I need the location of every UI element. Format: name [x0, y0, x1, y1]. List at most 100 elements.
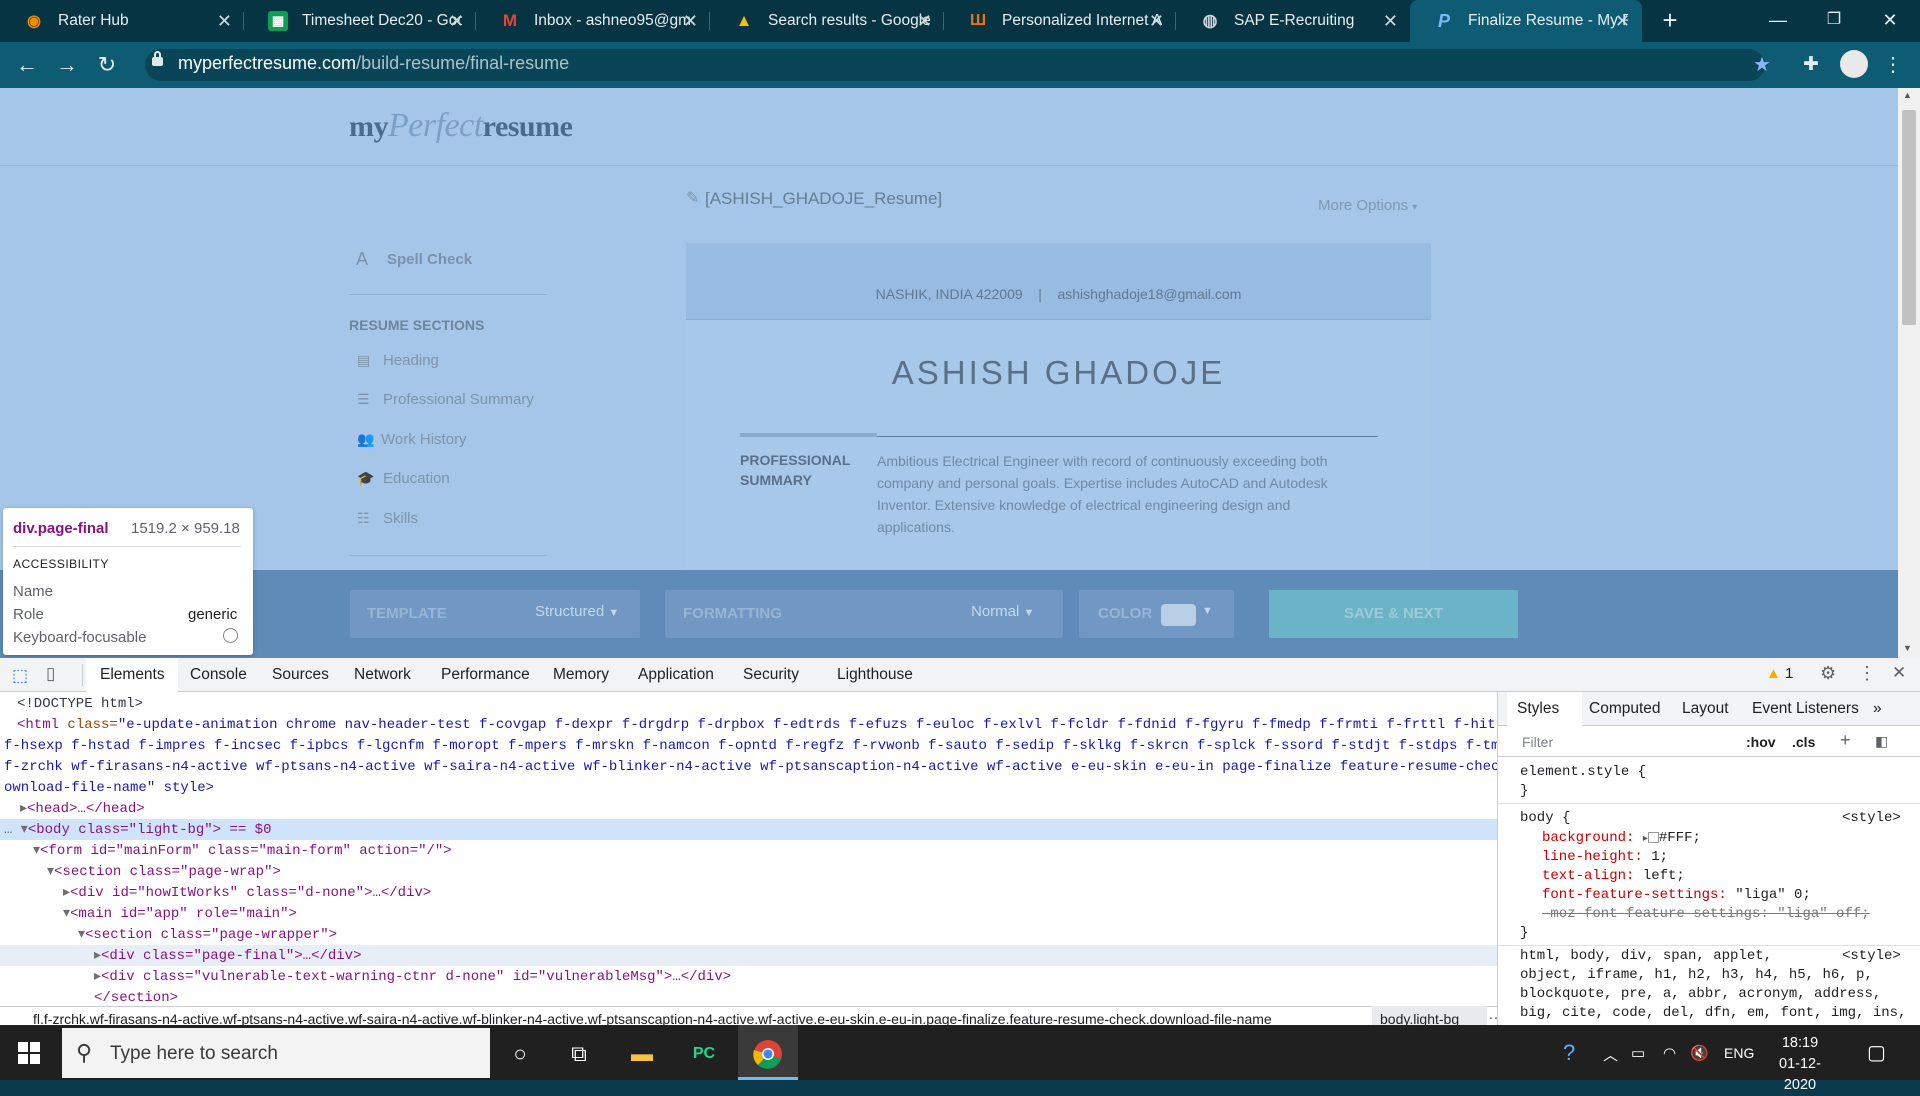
expand-arrow-icon[interactable]: ▸: [63, 885, 70, 901]
show-hidden-icons-chevron[interactable]: ︿: [1603, 1044, 1618, 1065]
pencil-icon[interactable]: ✎: [686, 188, 699, 208]
css-reset-selector[interactable]: object, iframe, h1, h2, h3, h4, h5, h6, …: [1520, 967, 1873, 983]
devtools-tab-performance[interactable]: Performance: [441, 666, 530, 684]
close-tab-icon[interactable]: ✕: [683, 11, 698, 32]
css-decl-line-height[interactable]: line-height: 1;: [1542, 849, 1668, 865]
close-tab-icon[interactable]: ✕: [917, 11, 932, 32]
document-name[interactable]: [ASHISH_GHADOJE_Resume]: [705, 189, 942, 209]
scroll-down-icon[interactable]: ▼: [1903, 643, 1912, 653]
devtools-tab-console[interactable]: Console: [190, 666, 247, 684]
forward-icon[interactable]: →: [52, 50, 82, 80]
close-window-button[interactable]: ✕: [1860, 0, 1920, 40]
cortana-icon[interactable]: ○: [498, 1034, 542, 1074]
taskbar-clock[interactable]: 18:19 01-12-2020: [1765, 1033, 1835, 1096]
close-tab-icon[interactable]: ✕: [1615, 11, 1630, 32]
section-item-education[interactable]: 🎓 Education: [357, 470, 450, 487]
css-decl-moz-overridden[interactable]: -moz-font-feature-settings: "liga" off;: [1542, 906, 1870, 922]
devtools-menu-icon[interactable]: ⋮: [1858, 663, 1876, 684]
new-tab-button[interactable]: +: [1655, 6, 1685, 36]
battery-icon[interactable]: ▭: [1631, 1044, 1645, 1062]
tab-inbox[interactable]: M Inbox - ashneo95@gm ✕: [476, 0, 710, 42]
collapse-arrow-icon[interactable]: ▾: [33, 843, 40, 859]
spell-check-button[interactable]: Spell Check: [387, 251, 472, 268]
close-devtools-icon[interactable]: ✕: [1892, 663, 1906, 683]
dom-section-page-wrapper[interactable]: ▾<section class="page-wrapper">: [78, 925, 337, 946]
close-tab-icon[interactable]: ✕: [1149, 11, 1164, 32]
tab-timesheet[interactable]: ▦ Timesheet Dec20 - Goo ✕: [244, 0, 476, 42]
hov-toggle[interactable]: :hov: [1746, 734, 1776, 750]
inspect-element-icon[interactable]: ⬚: [12, 666, 28, 686]
section-item-skills[interactable]: ☷ Skills: [357, 510, 418, 527]
css-reset-selector[interactable]: blockquote, pre, a, abbr, acronym, addre…: [1520, 986, 1881, 1002]
dom-doctype[interactable]: <!DOCTYPE html>: [17, 694, 143, 715]
section-item-work-history[interactable]: 👥 Work History: [357, 431, 467, 448]
save-next-button[interactable]: SAVE & NEXT: [1269, 590, 1518, 638]
section-item-heading[interactable]: ▤ Heading: [357, 352, 439, 369]
notification-center-icon[interactable]: ▢: [1867, 1040, 1886, 1065]
dom-html-line[interactable]: <html class="e-update-animation chrome n…: [17, 715, 1497, 736]
collapse-arrow-icon[interactable]: ▾: [63, 906, 70, 922]
close-tab-icon[interactable]: ✕: [217, 11, 232, 32]
devtools-tab-elements[interactable]: Elements: [100, 666, 165, 684]
css-decl-font-feature[interactable]: font-feature-settings: "liga" 0;: [1542, 887, 1811, 903]
language-indicator[interactable]: ENG: [1724, 1045, 1754, 1061]
scroll-up-icon[interactable]: ▲: [1903, 90, 1912, 100]
help-icon[interactable]: ?: [1563, 1040, 1575, 1066]
settings-gear-icon[interactable]: ⚙: [1820, 663, 1836, 684]
devtools-tab-network[interactable]: Network: [354, 666, 411, 684]
menu-kebab-icon[interactable]: ⋮: [1878, 50, 1908, 80]
expand-arrow-icon[interactable]: ▸: [94, 948, 101, 964]
volume-muted-icon[interactable]: 🔇: [1690, 1044, 1709, 1062]
styles-tab-styles[interactable]: Styles: [1517, 700, 1559, 718]
tab-sap-erecruiting[interactable]: ◍ SAP E-Recruiting ✕: [1176, 0, 1410, 42]
taskbar-search-placeholder[interactable]: Type here to search: [110, 1043, 278, 1065]
dom-section-close[interactable]: </section>: [94, 988, 178, 1002]
more-tabs-icon[interactable]: »: [1873, 700, 1882, 718]
new-style-rule-icon[interactable]: +: [1840, 730, 1851, 751]
css-decl-text-align[interactable]: text-align: left;: [1542, 868, 1685, 884]
close-tab-icon[interactable]: ✕: [1383, 11, 1398, 32]
scrollbar-thumb[interactable]: [1902, 110, 1916, 325]
styles-tab-event-listeners[interactable]: Event Listeners: [1752, 700, 1859, 718]
myperfectresume-logo[interactable]: myPerfectresume: [349, 107, 573, 145]
styles-filter-input[interactable]: Filter: [1522, 734, 1553, 750]
wifi-icon[interactable]: ◠: [1663, 1044, 1676, 1062]
css-reset-selector[interactable]: html, body, div, span, applet,: [1520, 948, 1772, 964]
collapse-arrow-icon[interactable]: ▾: [47, 864, 54, 880]
expand-arrow-icon[interactable]: ▸: [20, 801, 27, 817]
styles-tab-computed[interactable]: Computed: [1589, 700, 1661, 718]
dom-head[interactable]: ▸<head>…</head>: [20, 799, 145, 820]
bookmark-star-icon[interactable]: ★: [1747, 50, 1777, 80]
dom-page-final[interactable]: ▸<div class="page-final">…</div>: [94, 946, 361, 967]
devtools-tab-security[interactable]: Security: [743, 666, 799, 684]
tab-rater-hub[interactable]: ◉ Rater Hub ✕: [0, 0, 244, 42]
pycharm-icon[interactable]: PC: [682, 1034, 726, 1074]
more-options-dropdown[interactable]: More Options ▾: [1318, 197, 1417, 214]
tab-finalize-resume[interactable]: P Finalize Resume - My P ✕: [1410, 0, 1642, 42]
cls-toggle[interactable]: .cls: [1792, 734, 1815, 750]
reload-icon[interactable]: ↻: [92, 50, 122, 80]
tab-search-results[interactable]: ▲ Search results - Google ✕: [710, 0, 944, 42]
collapse-arrow-icon[interactable]: ▾: [78, 927, 85, 943]
file-explorer-icon[interactable]: ▬: [620, 1034, 664, 1074]
extensions-icon[interactable]: ✚: [1796, 50, 1826, 80]
css-source[interactable]: <style>: [1842, 948, 1901, 964]
css-reset-selector[interactable]: big, cite, code, del, dfn, em, font, img…: [1520, 1005, 1906, 1021]
dom-section-page-wrap[interactable]: ▾<section class="page-wrap">: [47, 862, 281, 883]
devtools-tab-sources[interactable]: Sources: [272, 666, 329, 684]
dom-main[interactable]: ▾<main id="app" role="main">: [63, 904, 297, 925]
section-item-professional-summary[interactable]: ☰ Professional Summary: [357, 391, 534, 408]
devtools-tab-lighthouse[interactable]: Lighthouse: [837, 666, 913, 684]
dom-body[interactable]: … ▾<body class="light-bg"> == $0: [4, 820, 271, 841]
task-view-icon[interactable]: ⧉: [557, 1034, 601, 1074]
styles-tab-layout[interactable]: Layout: [1682, 700, 1729, 718]
dom-tree[interactable]: <!DOCTYPE html> <html class="e-update-an…: [0, 692, 1497, 1002]
css-element-style[interactable]: element.style {: [1520, 764, 1646, 780]
expand-arrow-icon[interactable]: ▸: [94, 969, 101, 985]
devtools-tab-application[interactable]: Application: [638, 666, 714, 684]
dom-form[interactable]: ▾<form id="mainForm" class="main-form" a…: [33, 841, 452, 862]
color-swatch-icon[interactable]: [1647, 831, 1659, 843]
back-icon[interactable]: ←: [12, 50, 42, 80]
chrome-icon[interactable]: [746, 1034, 790, 1074]
warning-counter[interactable]: ▲ 1: [1766, 665, 1793, 682]
